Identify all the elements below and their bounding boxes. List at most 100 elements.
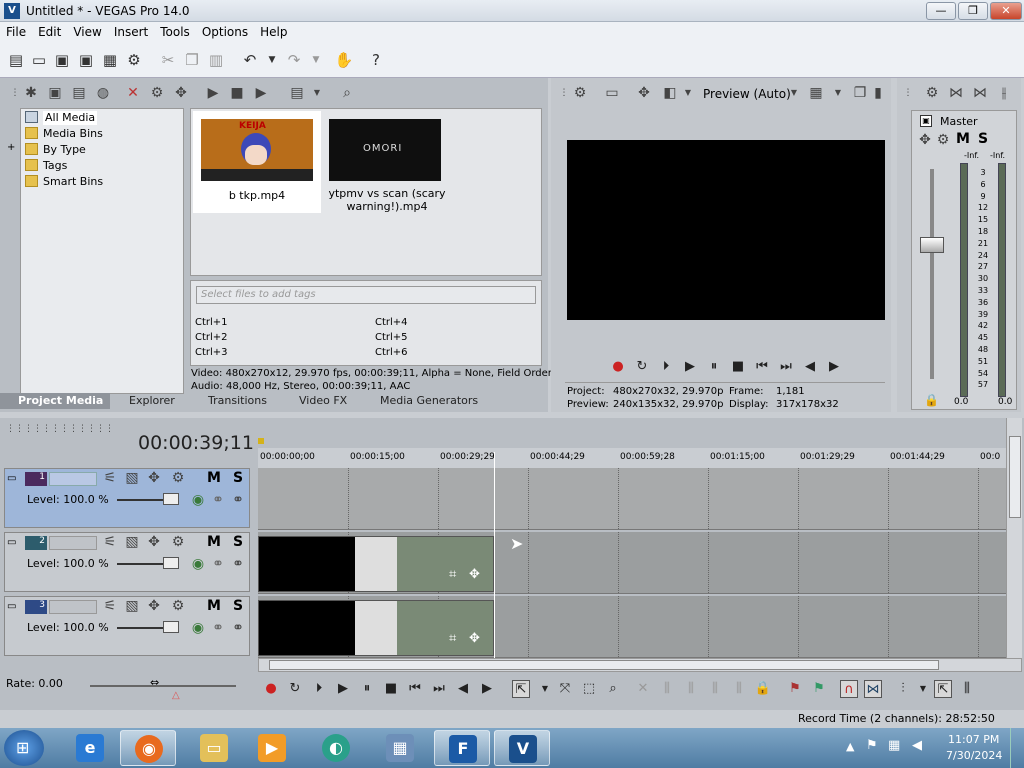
time-ruler[interactable]: 00:00:00;00 00:00:15;00 00:00:29;29 00:0… [258, 448, 1006, 468]
menu-edit[interactable]: Edit [32, 22, 67, 42]
tree-item-by-type[interactable]: + By Type [7, 142, 86, 157]
menu-tools[interactable]: Tools [154, 22, 196, 42]
search-icon[interactable]: ⌕ [338, 84, 356, 102]
split-icon[interactable]: ⫼ [730, 680, 748, 698]
split-screen-icon[interactable]: ✥ [635, 84, 653, 102]
tab-media-generators[interactable]: Media Generators [380, 394, 478, 407]
network-icon[interactable]: ▦ [888, 738, 900, 753]
media-item[interactable]: OMORI ytpmv vs scan (scary warning!).mp4 [323, 111, 451, 213]
play-from-start-icon[interactable]: ⏵ [310, 680, 328, 698]
taskbar-recorder[interactable]: F [434, 730, 490, 766]
web-media-icon[interactable]: ◍ [94, 84, 112, 102]
track-motion-icon[interactable]: ⚟ [101, 597, 119, 615]
mixer-faders-icon[interactable]: ⫲ [995, 84, 1013, 102]
loop-icon[interactable]: ↻ [633, 358, 651, 376]
track-solo-button[interactable]: S [233, 534, 243, 550]
ripple-edit-icon[interactable]: ⫶ [894, 680, 912, 698]
expand-icon[interactable]: + [7, 142, 15, 153]
video-clip[interactable]: ⌗ ✥ [258, 536, 494, 592]
child-track-icon[interactable]: ⚭ [229, 619, 247, 637]
go-to-end-icon[interactable]: ⏭ [777, 358, 795, 376]
pause-icon[interactable]: ⏸ [358, 680, 376, 698]
lock-envelopes-icon[interactable]: ⇱ [934, 680, 952, 698]
track-settings-icon[interactable]: ⚙ [169, 469, 187, 487]
action-center-icon[interactable]: ⚑ [866, 738, 878, 753]
stop-icon[interactable]: ■ [228, 84, 246, 102]
track-settings-icon[interactable]: ⚙ [169, 597, 187, 615]
previous-frame-icon[interactable]: ◀ [454, 680, 472, 698]
media-fx-icon[interactable]: ⚙ [148, 84, 166, 102]
volume-icon[interactable]: ◀ [912, 738, 922, 753]
insert-marker-icon[interactable]: ⚑ [786, 680, 804, 698]
tree-item-tags[interactable]: Tags [25, 159, 67, 173]
open-icon[interactable]: ▭ [29, 50, 49, 70]
level-slider[interactable] [163, 557, 179, 569]
auto-crossfade-icon[interactable]: ⋈ [864, 680, 882, 698]
menu-help[interactable]: Help [254, 22, 293, 42]
paste-icon[interactable]: ▥ [206, 50, 226, 70]
vertical-scrollbar[interactable] [1006, 418, 1022, 658]
media-item[interactable]: KEIJA b tkp.mp4 [193, 111, 321, 213]
go-to-start-icon[interactable]: ⏮ [406, 680, 424, 698]
track-name-field[interactable] [49, 600, 97, 614]
import-media-icon[interactable]: ✱ [22, 84, 40, 102]
master-solo-button[interactable]: S [978, 131, 988, 147]
track-compositing-icon[interactable]: ✥ [145, 469, 163, 487]
track-solo-button[interactable]: S [233, 470, 243, 486]
external-monitor-icon[interactable]: ▭ [603, 84, 621, 102]
video-preview-screen[interactable] [567, 140, 885, 320]
mixer-input-icon[interactable]: ⋈ [971, 84, 989, 102]
maximize-button[interactable]: ❐ [958, 2, 988, 20]
track-header-2[interactable]: ▭ 2 ⚟ ▧ ✥ ⚙ M S Level: 100.0 % ◉ ⚭ ⚭ [4, 532, 250, 592]
tab-explorer[interactable]: Explorer [129, 394, 175, 407]
save-as-icon[interactable]: ▣ [76, 50, 96, 70]
taskbar-explorer[interactable]: ▭ [186, 730, 242, 766]
zoom-tool-icon[interactable]: ⌕ [604, 680, 622, 698]
event-pan-crop-icon[interactable]: ⌗ [449, 567, 456, 582]
track-fx-icon[interactable]: ▧ [123, 469, 141, 487]
child-track-icon[interactable]: ⚭ [229, 491, 247, 509]
taskbar-vegas[interactable]: V [494, 730, 550, 766]
taskbar-firefox[interactable]: ◉ [120, 730, 176, 766]
tags-input[interactable]: Select files to add tags [196, 286, 536, 304]
track-solo-button[interactable]: S [233, 598, 243, 614]
show-hidden-icons[interactable]: ▲ [846, 740, 854, 753]
track-motion-icon[interactable]: ⚟ [101, 533, 119, 551]
copy-icon[interactable]: ❐ [182, 50, 202, 70]
video-clip[interactable]: ⌗ ✥ [258, 600, 494, 656]
play-icon[interactable]: ▶ [334, 680, 352, 698]
composite-mode-icon[interactable]: ◉ [189, 555, 207, 573]
parent-track-icon[interactable]: ⚭ [209, 491, 227, 509]
tree-item-all-media[interactable]: All Media [25, 111, 98, 125]
marker-icon[interactable] [258, 438, 264, 444]
track-compositing-icon[interactable]: ✥ [145, 533, 163, 551]
menu-view[interactable]: View [67, 22, 107, 42]
level-slider[interactable] [163, 493, 179, 505]
delete-icon[interactable]: ✕ [634, 680, 652, 698]
menu-options[interactable]: Options [196, 22, 254, 42]
lock-event-icon[interactable]: 🔒 [754, 680, 772, 698]
copy-snapshot-icon[interactable]: ❐ [851, 84, 869, 102]
play-from-start-icon[interactable]: ⏵ [657, 358, 675, 376]
track-settings-icon[interactable]: ⚙ [169, 533, 187, 551]
scroll-thumb[interactable] [269, 660, 939, 670]
capture-video-icon[interactable]: ▣ [46, 84, 64, 102]
auto-preview-toggle-icon[interactable]: ▶ [252, 84, 270, 102]
playhead[interactable] [494, 452, 495, 658]
parent-track-icon[interactable]: ⚭ [209, 619, 227, 637]
save-icon[interactable]: ▣ [52, 50, 72, 70]
preview-quality-select[interactable]: Preview (Auto) [703, 87, 791, 101]
stop-icon[interactable]: ■ [729, 358, 747, 376]
composite-mode-icon[interactable]: ◉ [189, 491, 207, 509]
track-collapse-icon[interactable]: ▭ [7, 473, 16, 484]
previous-frame-icon[interactable]: ◀ [801, 358, 819, 376]
selection-tool-icon[interactable]: ⬚ [580, 680, 598, 698]
close-button[interactable]: ✕ [990, 2, 1022, 20]
track-name-field[interactable] [49, 536, 97, 550]
track-header-3[interactable]: ▭ 3 ⚟ ▧ ✥ ⚙ M S Level: 100.0 % ◉ ⚭ ⚭ [4, 596, 250, 656]
trim-icon[interactable]: ⫼ [658, 680, 676, 698]
master-mute-button[interactable]: M [956, 131, 970, 147]
track-mute-button[interactable]: M [207, 598, 221, 614]
track-name-field[interactable] [49, 472, 97, 486]
track-collapse-icon[interactable]: ▭ [7, 601, 16, 612]
